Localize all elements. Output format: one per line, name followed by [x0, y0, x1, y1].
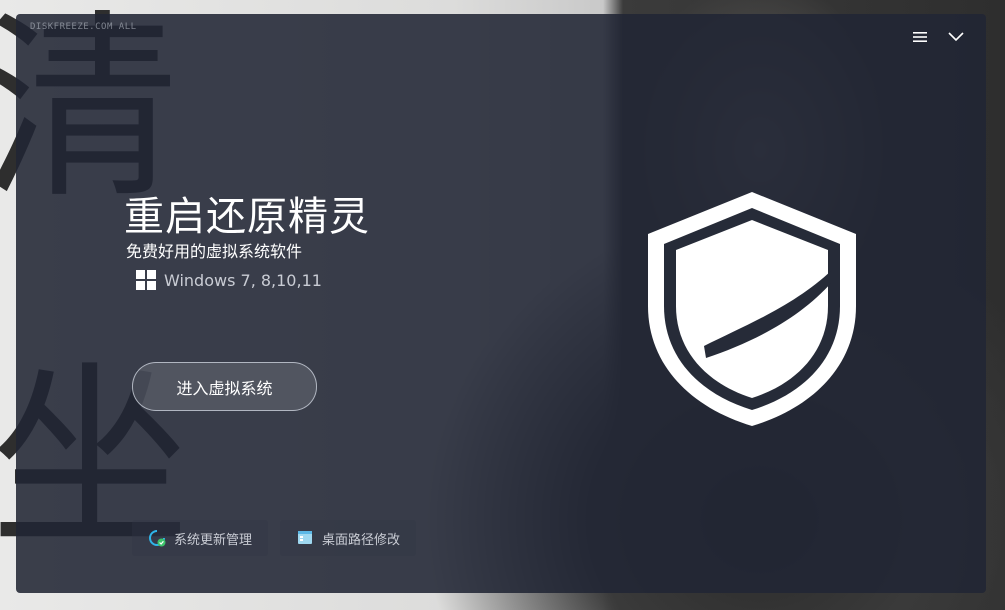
- supported-os-label: Windows 7, 8,10,11: [164, 270, 322, 290]
- tool-label: 桌面路径修改: [322, 532, 401, 548]
- window-controls: [910, 28, 966, 46]
- app-subtitle: 免费好用的虚拟系统软件: [126, 242, 303, 261]
- shield-icon: [644, 186, 860, 430]
- bottom-toolbar: 系统更新管理 桌面路径修改: [132, 520, 417, 556]
- windows-logo-icon: [136, 270, 156, 290]
- refresh-check-icon: [148, 529, 166, 547]
- enter-virtual-system-button[interactable]: 进入虚拟系统: [132, 362, 317, 411]
- tool-label: 系统更新管理: [174, 532, 253, 548]
- system-update-management-button[interactable]: 系统更新管理: [132, 520, 269, 556]
- desktop-path-modify-button[interactable]: 桌面路径修改: [280, 520, 417, 556]
- watermark-text: DISKFREEZE.COM ALL: [30, 22, 137, 32]
- app-window: DISKFREEZE.COM ALL 重启还原精灵 免费好用的虚拟系统软件 Wi…: [16, 14, 986, 593]
- app-title: 重启还原精灵: [124, 194, 370, 240]
- supported-os: Windows 7, 8,10,11: [136, 270, 322, 290]
- hamburger-menu-icon[interactable]: [910, 28, 930, 46]
- chevron-down-icon[interactable]: [946, 28, 966, 46]
- desktop-folder-icon: [296, 529, 314, 547]
